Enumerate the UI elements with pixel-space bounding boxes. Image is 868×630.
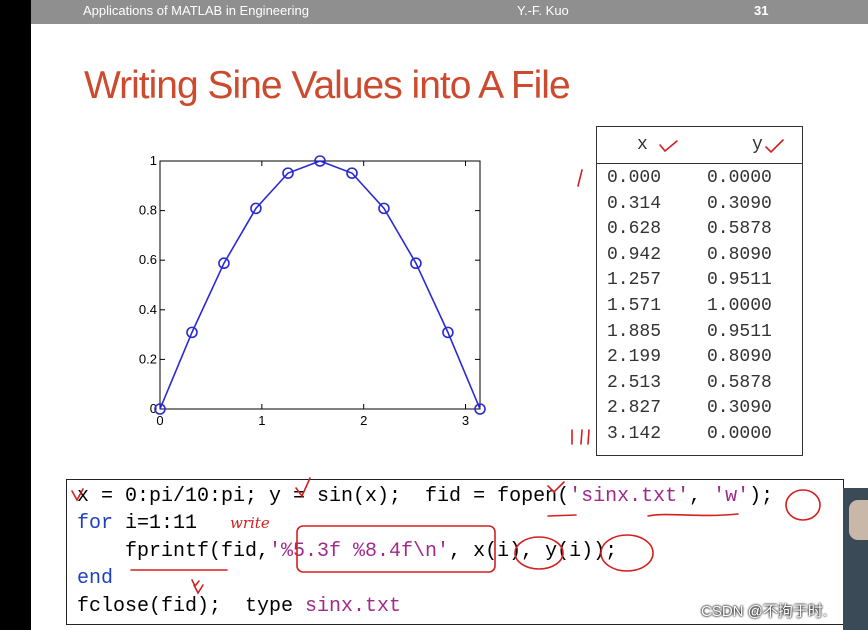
table-rows: 0.000 0.0000 0.314 0.3090 0.628 0.5878 0.942 0.… — [597, 167, 802, 449]
x-tick-label: 1 — [258, 413, 265, 428]
y-tick-label: 1 — [150, 153, 157, 168]
cell-y: 0.0000 — [707, 168, 772, 188]
cell-y: 0.9511 — [707, 270, 772, 291]
cell-y: 0.3090 — [707, 398, 772, 419]
x-tick-label: 3 — [462, 413, 469, 428]
cell-x: 0.000 — [607, 168, 662, 188]
cell-x: 0.942 — [607, 244, 662, 265]
table-row: 1.571 1.0000 — [597, 295, 802, 321]
y-tick-label: 0.6 — [139, 252, 157, 267]
cell-y: 0.0000 — [707, 423, 772, 444]
slide-header-bar: Applications of MATLAB in Engineering Y.… — [31, 0, 868, 24]
x-tick-label: 2 — [360, 413, 367, 428]
slide-title: Writing Sine Values into A File — [84, 64, 571, 107]
table-row: 0.000 0.0000 — [597, 167, 802, 193]
left-black-strip — [0, 0, 31, 630]
y-tick-label: 0.2 — [139, 351, 157, 366]
course-title: Applications of MATLAB in Engineering — [83, 3, 309, 18]
cell-x: 3.142 — [607, 423, 662, 444]
table-row: 2.199 0.8090 — [597, 346, 802, 372]
tick-mark-bottom — [571, 429, 590, 445]
table-row: 1.257 0.9511 — [597, 269, 802, 295]
sine-values-table: x y 0.000 0.0000 0.314 0.3090 0.628 0.5878 0.9… — [596, 126, 803, 456]
code-line-1: x = 0:pi/10:pi; y = sin(x); fid = fopen(… — [77, 485, 774, 508]
cell-y: 0.3090 — [707, 193, 772, 214]
cell-x: 2.827 — [607, 398, 662, 419]
cell-y: 0.5878 — [707, 219, 772, 240]
cell-x: 2.513 — [607, 372, 662, 393]
cell-y: 1.0000 — [707, 295, 772, 316]
code-line-5: fclose(fid); type sinx.txt — [77, 595, 402, 618]
table-row: 0.314 0.3090 — [597, 193, 802, 219]
cell-x: 0.314 — [607, 193, 662, 214]
watermark-text: CSDN @不拘于时. — [701, 603, 828, 620]
cell-y: 0.8090 — [707, 347, 772, 368]
sine-plot: 0 1 2 3 0 0.2 0.4 0.6 0.8 1 — [139, 153, 486, 428]
cell-x: 1.571 — [607, 295, 662, 316]
cell-y: 0.9511 — [707, 321, 772, 342]
page-number: 31 — [754, 3, 769, 18]
y-tick-label: 0.8 — [139, 203, 157, 218]
plot-axes-box — [159, 160, 481, 410]
code-line-4: end — [77, 567, 114, 590]
tick-mark-left — [577, 169, 583, 187]
cell-x: 1.257 — [607, 270, 662, 291]
cell-x: 2.199 — [607, 347, 662, 368]
code-line-2: for i=1:11 — [77, 512, 198, 535]
table-row: 0.942 0.8090 — [597, 244, 802, 270]
presenter-head — [849, 500, 868, 540]
cell-x: 0.628 — [607, 219, 662, 240]
y-tick-label: 0 — [150, 401, 157, 416]
author-name: Y.-F. Kuo — [517, 3, 569, 18]
cell-x: 1.885 — [607, 321, 662, 342]
table-row: 1.885 0.9511 — [597, 321, 802, 347]
cell-y: 0.8090 — [707, 244, 772, 265]
table-row: 2.827 0.3090 — [597, 397, 802, 423]
y-tick-label: 0.4 — [139, 302, 157, 317]
header-x: x — [637, 135, 648, 155]
header-y: y — [752, 135, 763, 155]
table-header: x y — [597, 127, 802, 164]
table-row: 3.142 0.0000 — [597, 423, 802, 449]
table-row: 0.628 0.5878 — [597, 218, 802, 244]
code-line-3: fprintf(fid,'%5.3f %8.4f\n', x(i), y(i))… — [77, 540, 618, 563]
table-row: 2.513 0.5878 — [597, 372, 802, 398]
x-tick-label: 0 — [156, 413, 163, 428]
cell-y: 0.5878 — [707, 372, 772, 393]
